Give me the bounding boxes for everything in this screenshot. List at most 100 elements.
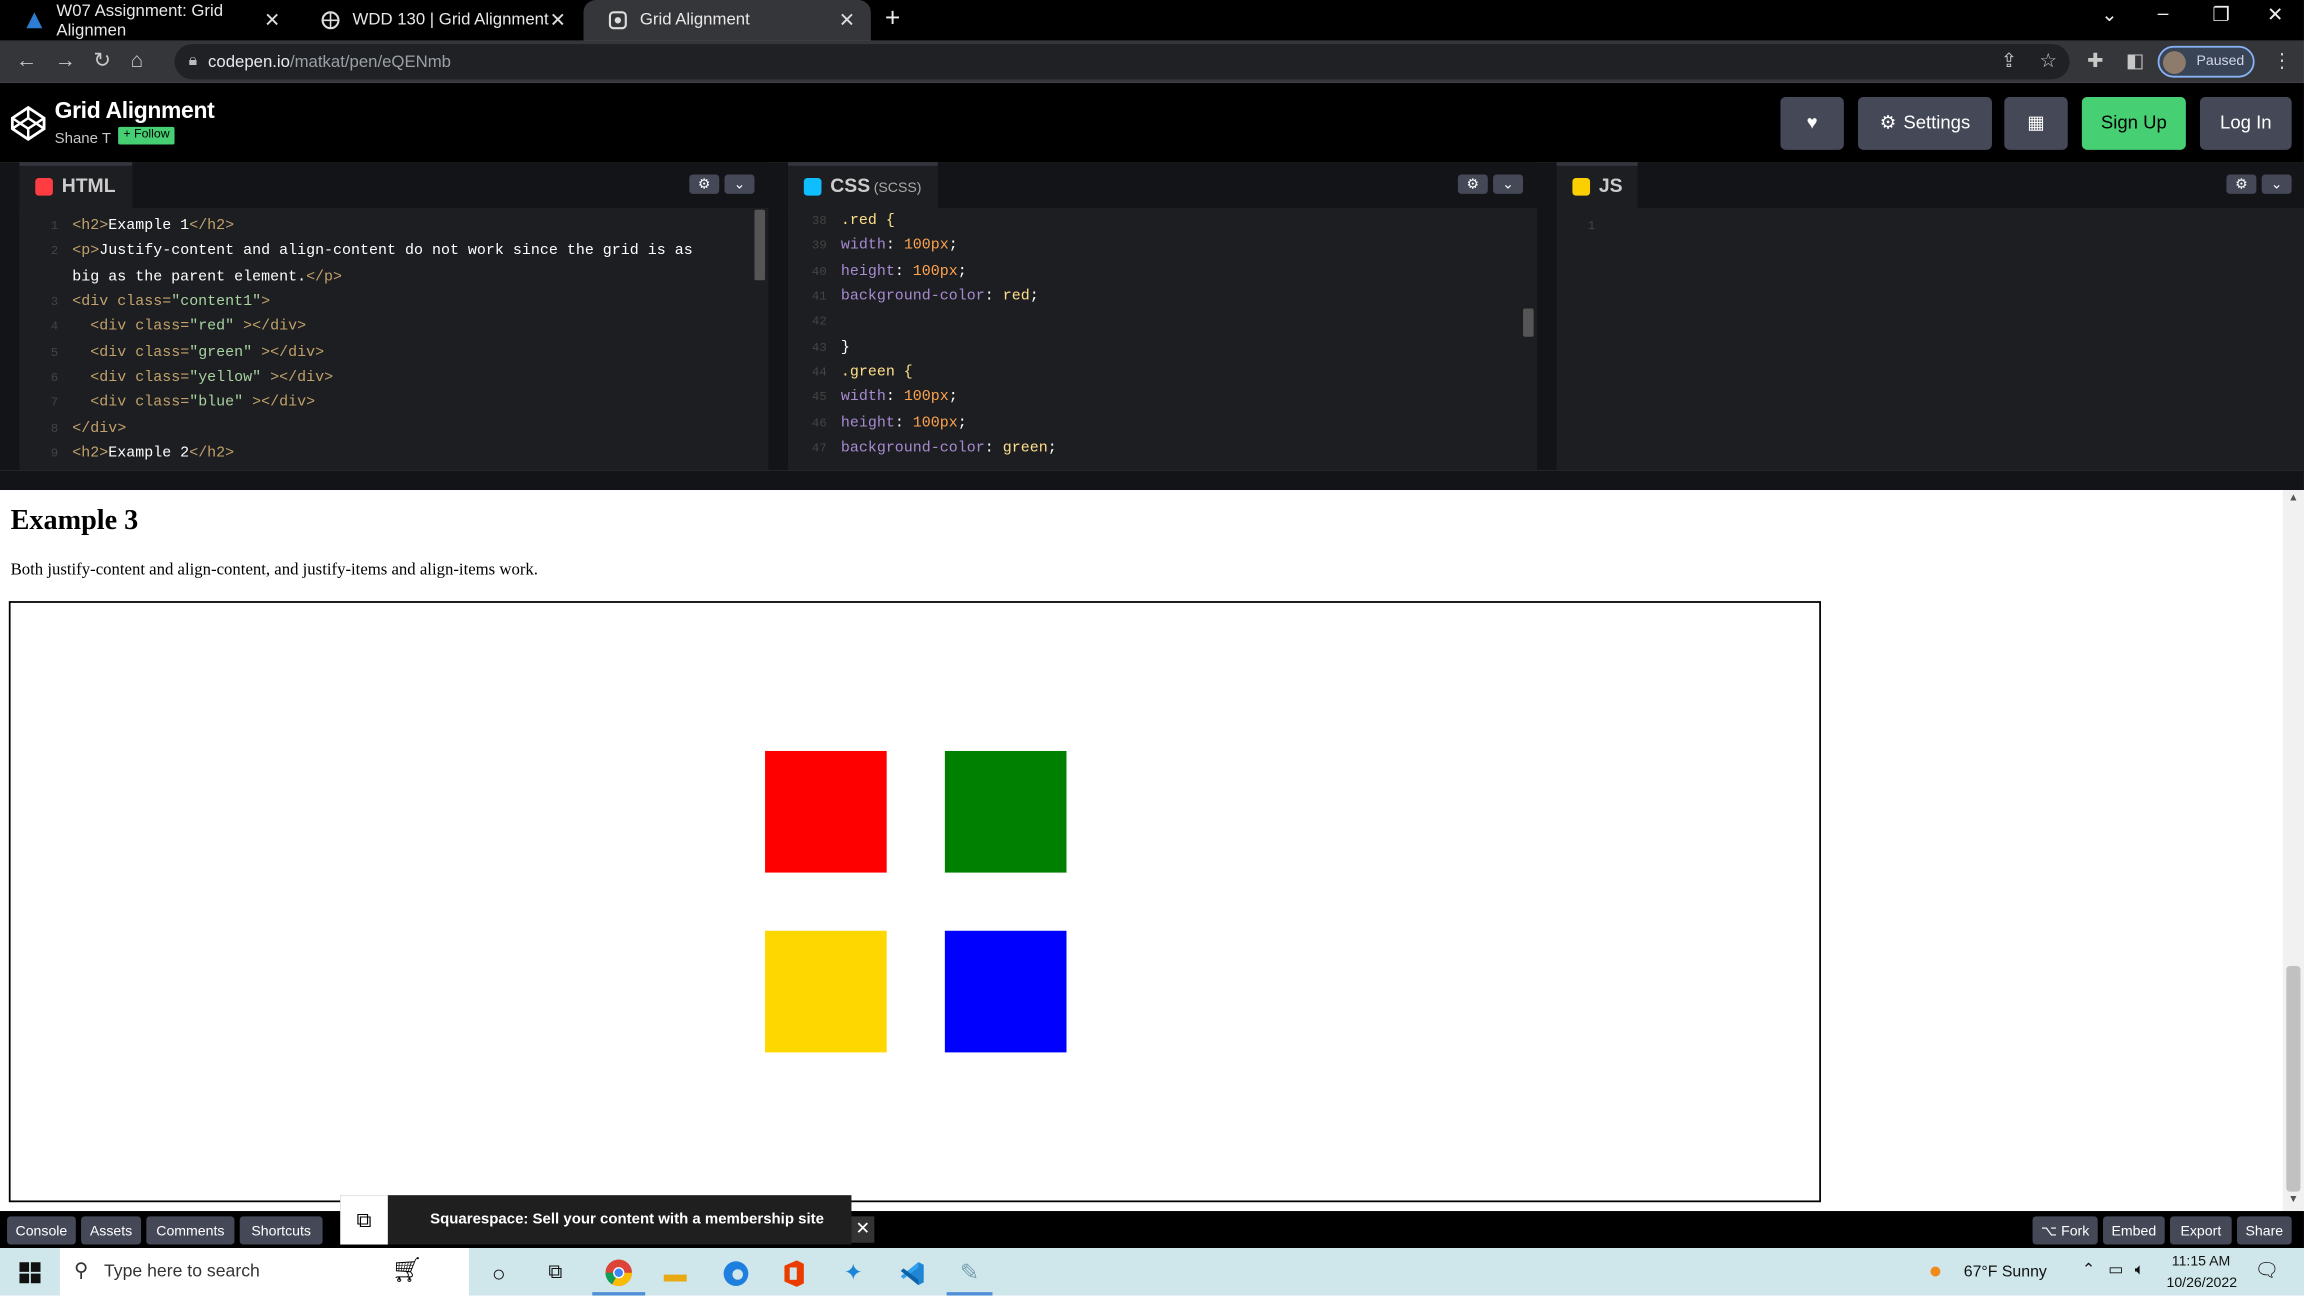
edge-icon[interactable] bbox=[719, 1257, 751, 1289]
tab-search-chevron-icon[interactable]: ⌄ bbox=[2101, 4, 2117, 27]
log-in-button[interactable]: Log In bbox=[2199, 96, 2292, 150]
tray-chevron-icon[interactable]: ⌃ bbox=[2082, 1260, 2095, 1279]
file-explorer-icon[interactable]: ▬ bbox=[659, 1257, 691, 1289]
minimize-icon[interactable]: – bbox=[2158, 4, 2169, 25]
office-icon[interactable] bbox=[777, 1257, 809, 1289]
css-collapse-button[interactable]: ⌄ bbox=[1493, 174, 1524, 194]
html-code[interactable]: 1 <h2>Example 1</h2> 2 <p>Justify-content a… bbox=[19, 208, 769, 471]
network-icon[interactable]: ▭ bbox=[2108, 1260, 2123, 1279]
profile-status: Paused bbox=[2196, 52, 2245, 69]
js-code[interactable]: 1 bbox=[1556, 208, 2304, 471]
close-tab-icon[interactable]: ✕ bbox=[839, 9, 855, 32]
windows-start-icon[interactable] bbox=[14, 1257, 46, 1289]
html-tab-label: HTML bbox=[61, 176, 116, 198]
code-token: <div bbox=[72, 393, 136, 412]
clock-date[interactable]: 10/26/2022 bbox=[2166, 1275, 2237, 1291]
sign-up-button[interactable]: Sign Up bbox=[2081, 96, 2186, 150]
code-token: class= bbox=[135, 343, 190, 361]
profile-paused-button[interactable]: Paused bbox=[2157, 45, 2255, 78]
taskbar-search-box[interactable]: ⚲ Type here to search 🛒︎ bbox=[59, 1248, 469, 1296]
embed-button[interactable]: Embed bbox=[2103, 1216, 2165, 1245]
code-token: width bbox=[840, 236, 886, 255]
home-icon[interactable]: ⌂ bbox=[130, 48, 143, 73]
code-token: : bbox=[894, 262, 913, 280]
heart-button[interactable]: ♥ bbox=[1780, 96, 1844, 150]
html-tab[interactable]: HTML bbox=[19, 162, 132, 209]
forward-arrow-icon[interactable]: → bbox=[55, 48, 76, 73]
css-scrollbar[interactable] bbox=[1523, 308, 1534, 337]
code-token: Justify-content and align-content do not… bbox=[99, 242, 693, 260]
line-number: 44 bbox=[811, 366, 827, 381]
css-settings-button[interactable]: ⚙ bbox=[1457, 174, 1488, 194]
layout-button[interactable]: ▦ bbox=[2004, 96, 2068, 150]
app-icon[interactable]: ✦ bbox=[837, 1257, 869, 1289]
paint-app-icon[interactable]: ✎ bbox=[954, 1257, 986, 1289]
close-tab-icon[interactable]: ✕ bbox=[264, 9, 280, 32]
pen-author[interactable]: Shane T bbox=[55, 129, 111, 147]
green-square bbox=[944, 750, 1067, 873]
scrollbar-thumb[interactable] bbox=[2286, 966, 2301, 1192]
notifications-icon[interactable]: 🗨︎ bbox=[2255, 1259, 2280, 1281]
html-scrollbar[interactable] bbox=[754, 209, 766, 281]
js-collapse-button[interactable]: ⌄ bbox=[2261, 174, 2292, 194]
close-tab-icon[interactable]: ✕ bbox=[550, 9, 566, 32]
volume-icon[interactable]: 🔈︎ bbox=[2135, 1260, 2145, 1279]
cortana-icon[interactable]: ○ bbox=[483, 1257, 515, 1289]
code-line: 44 .green { bbox=[788, 360, 913, 385]
side-panel-icon[interactable]: ◧ bbox=[2126, 49, 2144, 72]
code-token: Example 1 bbox=[108, 216, 190, 235]
extensions-puzzle-icon[interactable]: ✚ bbox=[2087, 49, 2103, 72]
assets-button[interactable]: Assets bbox=[81, 1216, 142, 1245]
code-token: 100px bbox=[903, 388, 949, 407]
html-settings-button[interactable]: ⚙ bbox=[689, 174, 720, 194]
editor-resize-handle[interactable] bbox=[1537, 162, 1557, 471]
scroll-up-icon[interactable]: ▲ bbox=[2288, 494, 2298, 505]
code-token: red bbox=[1002, 287, 1030, 306]
code-token: "red" bbox=[189, 317, 235, 336]
preview-resize-handle[interactable] bbox=[0, 470, 2304, 491]
close-window-icon[interactable]: ✕ bbox=[2267, 4, 2283, 27]
vscode-icon[interactable] bbox=[896, 1257, 928, 1289]
js-settings-button[interactable]: ⚙ bbox=[2226, 174, 2257, 194]
shopping-cart-icon: 🛒︎ bbox=[391, 1255, 423, 1284]
codepen-logo-icon[interactable] bbox=[10, 105, 46, 141]
browser-tab-1[interactable]: W07 Assignment: Grid Alignmen ✕ bbox=[0, 0, 296, 41]
code-token: : bbox=[894, 413, 913, 432]
js-tab[interactable]: JS bbox=[1556, 162, 1639, 209]
comments-button[interactable]: Comments bbox=[146, 1216, 235, 1245]
new-tab-icon[interactable]: + bbox=[885, 4, 900, 34]
editor-resize-handle[interactable] bbox=[768, 162, 788, 471]
more-menu-icon[interactable]: ⋮ bbox=[2272, 49, 2291, 72]
settings-button[interactable]: ⚙ Settings bbox=[1857, 96, 1992, 150]
code-token: </h2> bbox=[189, 216, 235, 235]
html-collapse-button[interactable]: ⌄ bbox=[724, 174, 755, 194]
browser-tab-2[interactable]: WDD 130 | Grid Alignment ✕ bbox=[296, 0, 582, 41]
close-ad-icon[interactable]: ✕ bbox=[851, 1216, 875, 1243]
export-button[interactable]: Export bbox=[2170, 1216, 2232, 1245]
back-arrow-icon[interactable]: ← bbox=[16, 48, 37, 73]
code-token: class= bbox=[135, 393, 190, 412]
css-tab[interactable]: CSS (SCSS) bbox=[787, 162, 938, 209]
task-view-icon[interactable]: ⧉ bbox=[539, 1257, 571, 1289]
follow-button[interactable]: + Follow bbox=[118, 126, 175, 145]
restore-icon[interactable]: ❐ bbox=[2212, 4, 2229, 27]
code-token: : bbox=[885, 236, 904, 255]
share-icon[interactable]: ⇪ bbox=[2001, 49, 2017, 72]
chrome-icon[interactable] bbox=[603, 1257, 635, 1289]
reload-icon[interactable]: ↻ bbox=[93, 48, 111, 73]
preview-scrollbar[interactable]: ▲ ▼ bbox=[2282, 490, 2304, 1212]
squarespace-ad[interactable]: ⧉ Squarespace: Sell your content with a … bbox=[340, 1195, 852, 1245]
console-button[interactable]: Console bbox=[7, 1216, 76, 1245]
shortcuts-button[interactable]: Shortcuts bbox=[239, 1216, 323, 1245]
share-button[interactable]: Share bbox=[2236, 1216, 2292, 1245]
scroll-down-icon[interactable]: ▼ bbox=[2288, 1195, 2298, 1206]
code-token: ></div> bbox=[243, 393, 316, 412]
address-bar[interactable]: 🔒︎ codepen.io/matkat/pen/eQENmb ⇪ ☆ bbox=[174, 44, 2070, 80]
sign-up-label: Sign Up bbox=[2100, 112, 2167, 134]
css-code[interactable]: 38 .red {39 width: 100px; 40 height: 100px; 4… bbox=[787, 208, 1538, 471]
weather-text[interactable]: 67°F Sunny bbox=[1964, 1262, 2047, 1280]
clock-time[interactable]: 11:15 AM bbox=[2172, 1253, 2231, 1269]
fork-button[interactable]: ⌥ Fork bbox=[2032, 1216, 2098, 1245]
bookmark-star-icon[interactable]: ☆ bbox=[2040, 49, 2057, 72]
browser-tab-3-active[interactable]: Grid Alignment ✕ bbox=[583, 0, 871, 41]
